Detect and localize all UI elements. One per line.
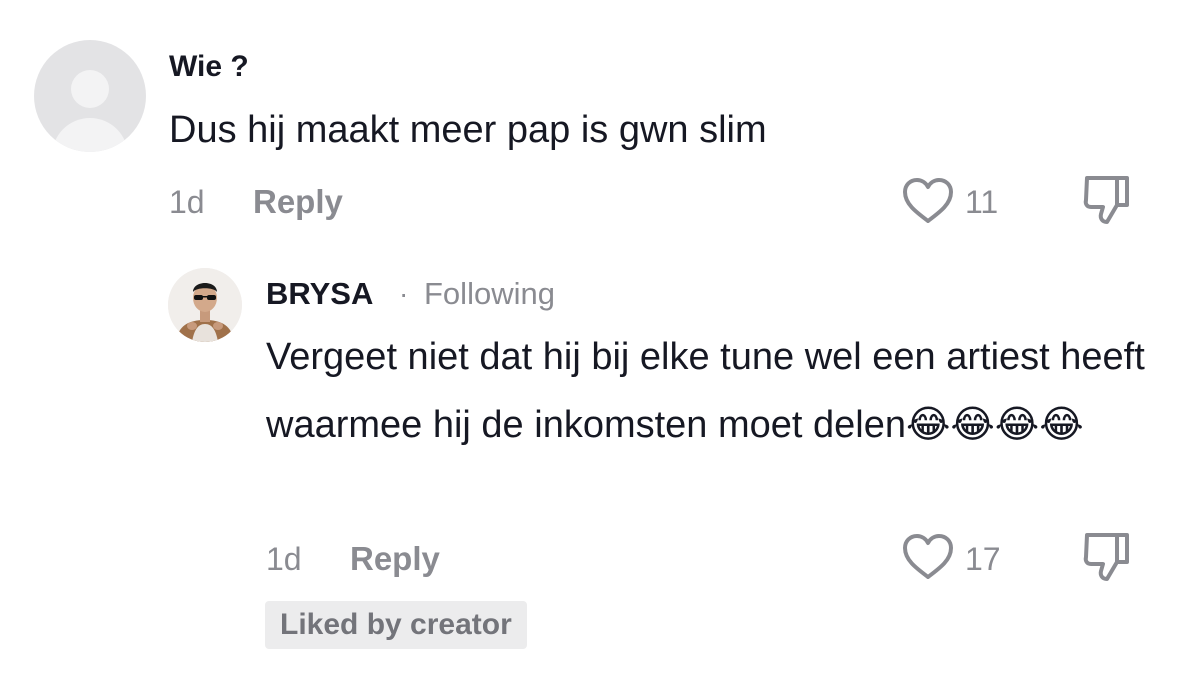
following-label: Following bbox=[424, 276, 555, 311]
separator-dot: · bbox=[399, 278, 409, 309]
reply-button[interactable]: Reply bbox=[350, 537, 440, 581]
avatar[interactable] bbox=[168, 268, 242, 342]
reply-button[interactable]: Reply bbox=[253, 180, 343, 224]
comment-text: Dus hij maakt meer pap is gwn slim bbox=[169, 109, 767, 151]
liked-by-creator-badge: Liked by creator bbox=[265, 601, 527, 649]
avatar-placeholder-head bbox=[71, 70, 109, 108]
comment-timestamp: 1d bbox=[266, 541, 302, 577]
heart-outline-icon[interactable] bbox=[900, 532, 956, 582]
like-count: 11 bbox=[965, 184, 999, 220]
like-count: 17 bbox=[965, 541, 1001, 577]
comment-timestamp: 1d bbox=[169, 184, 205, 220]
comment-text: Vergeet niet dat hij bij elke tune wel e… bbox=[266, 336, 1145, 446]
comment-username[interactable]: BRYSA bbox=[266, 273, 373, 315]
comment-username[interactable]: Wie ? bbox=[169, 47, 249, 87]
heart-outline-icon[interactable] bbox=[900, 176, 956, 226]
avatar[interactable] bbox=[34, 40, 146, 152]
thumbs-down-outline-icon[interactable] bbox=[1080, 529, 1134, 585]
avatar-placeholder-body bbox=[52, 118, 128, 152]
thumbs-down-outline-icon[interactable] bbox=[1080, 172, 1134, 228]
